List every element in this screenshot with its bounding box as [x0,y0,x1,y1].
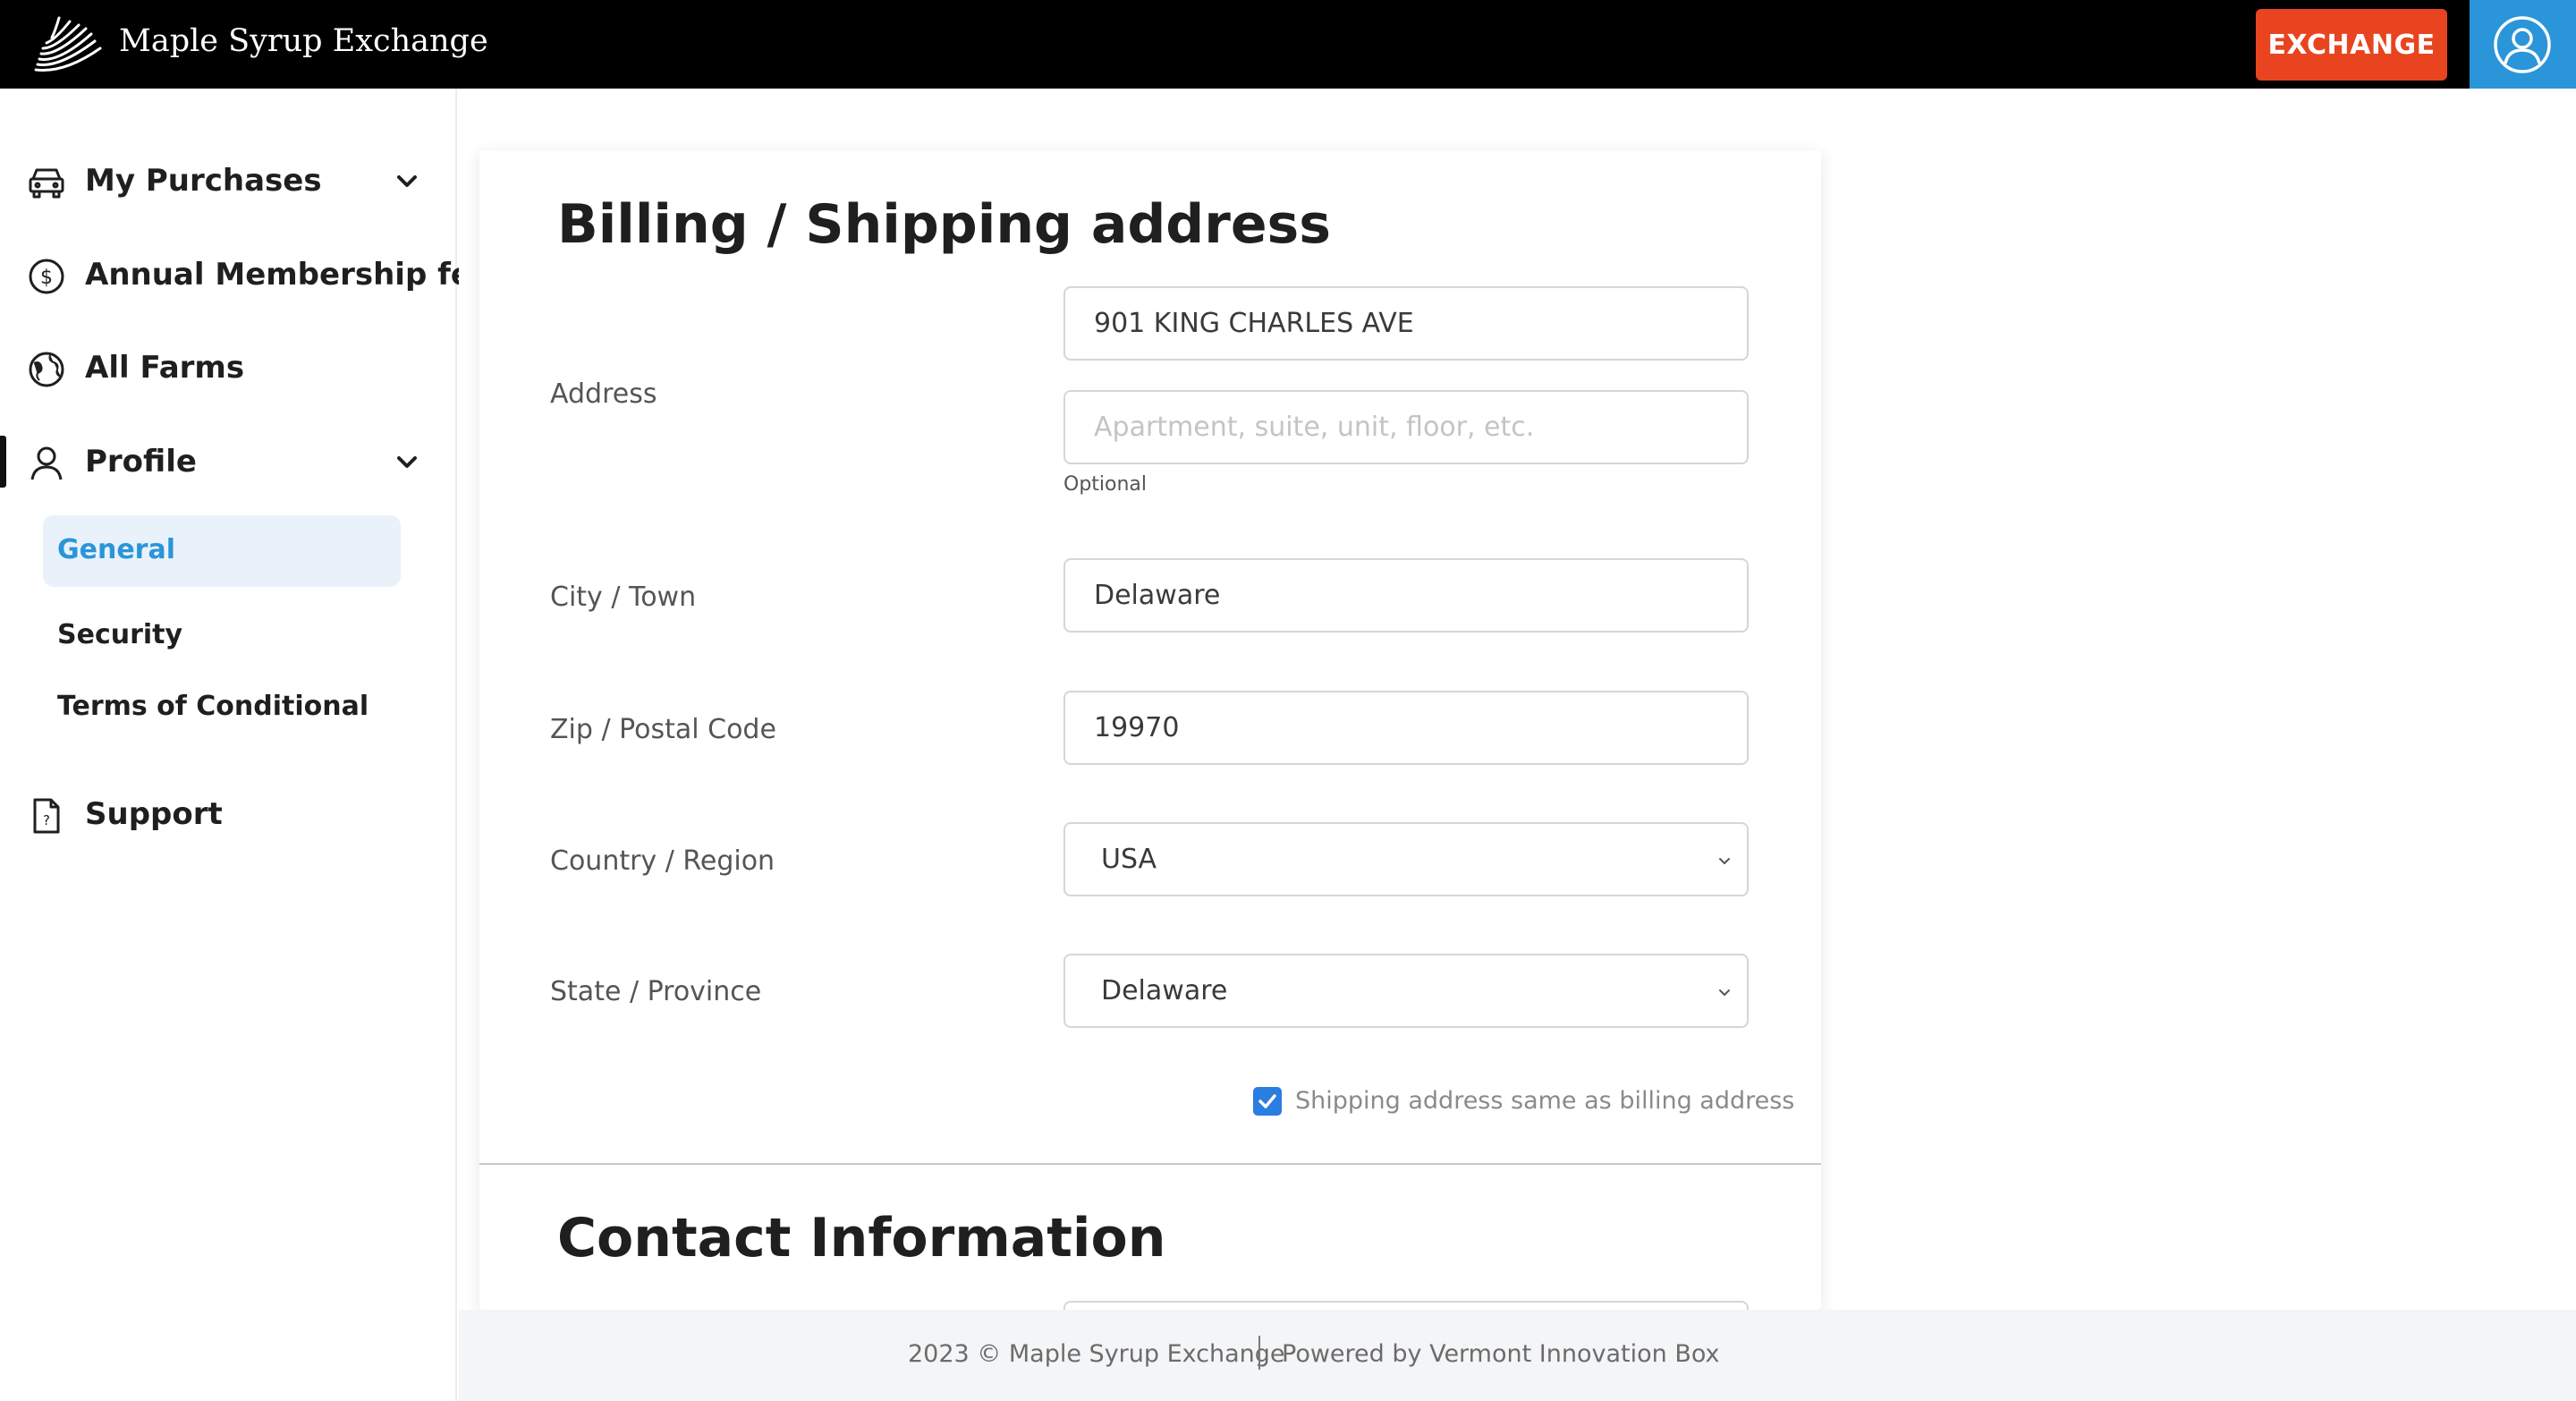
chevron-down-icon [1716,853,1733,869]
state-selected-value: Delaware [1101,975,1228,1006]
footer: 2023 © Maple Syrup Exchange Powered by V… [459,1310,2576,1401]
address-label: Address [550,378,657,410]
sidebar: My Purchases $ Annual Membership fee All… [0,89,492,1401]
sidebar-subitem-label: Terms of Conditional [57,691,369,722]
country-label: Country / Region [550,845,775,877]
sidebar-item-label: All Farms [85,350,245,386]
address-line2-hint: Optional [1063,473,1148,496]
exchange-button[interactable]: EXCHANGE [2256,9,2447,81]
country-select[interactable]: USA [1063,822,1749,896]
profile-form-card: Billing / Shipping address Address Optio… [479,150,1821,1310]
sidebar-item-label: Annual Membership fee [85,257,493,293]
maple-leaf-logo[interactable] [32,14,104,73]
sidebar-subitem-general[interactable]: General [43,515,401,587]
footer-copyright: 2023 © Maple Syrup Exchange [908,1340,1285,1368]
svg-text:?: ? [43,812,50,828]
address-input[interactable] [1063,286,1749,361]
city-input[interactable] [1063,558,1749,633]
sidebar-subitem-security[interactable]: Security [43,600,401,672]
sidebar-subitem-label: Security [57,619,183,650]
car-icon [27,163,66,202]
state-select[interactable]: Delaware [1063,954,1749,1028]
top-bar: Maple Syrup Exchange EXCHANGE [0,0,2576,89]
state-label: State / Province [550,976,762,1007]
billing-section-title: Billing / Shipping address [557,193,1331,256]
contact-section-title: Contact Information [557,1207,1166,1269]
sidebar-item-my-purchases[interactable]: My Purchases [0,149,457,211]
dollar-circle-icon: $ [27,257,66,296]
contact-first-input[interactable] [1063,1301,1749,1310]
chevron-down-icon [1716,984,1733,1000]
globe-icon [27,350,66,389]
city-label: City / Town [550,582,697,613]
sidebar-subitem-label: General [57,534,175,565]
chevron-down-icon[interactable] [392,166,422,197]
zip-input[interactable] [1063,691,1749,765]
zip-label: Zip / Postal Code [550,714,776,745]
user-account-button[interactable] [2470,0,2576,89]
sidebar-item-annual-membership-fee[interactable]: $ Annual Membership fee [0,242,492,305]
footer-separator [1258,1336,1260,1370]
same-as-billing-label[interactable]: Shipping address same as billing address [1295,1083,1794,1119]
user-circle-icon [2494,16,2551,73]
sidebar-item-profile[interactable]: Profile [0,429,457,492]
sidebar-item-support[interactable]: ? Support [0,782,457,845]
sidebar-item-all-farms[interactable]: All Farms [0,335,457,398]
sidebar-subitem-terms-of-conditional[interactable]: Terms of Conditional [43,672,401,743]
checkmark-icon [1258,1094,1276,1108]
user-icon [27,444,66,483]
help-document-icon: ? [27,796,66,836]
svg-text:$: $ [40,267,53,289]
footer-powered-by[interactable]: Powered by Vermont Innovation Box [1282,1337,1720,1372]
brand-name: Maple Syrup Exchange [119,23,488,59]
section-divider [479,1163,1821,1165]
address-line2-input[interactable] [1063,390,1749,464]
country-selected-value: USA [1101,844,1157,875]
sidebar-item-label: Profile [85,444,197,480]
sidebar-item-label: My Purchases [85,163,322,199]
chevron-down-icon[interactable] [392,447,422,478]
same-as-billing-checkbox[interactable] [1253,1087,1282,1116]
sidebar-item-label: Support [85,796,223,832]
